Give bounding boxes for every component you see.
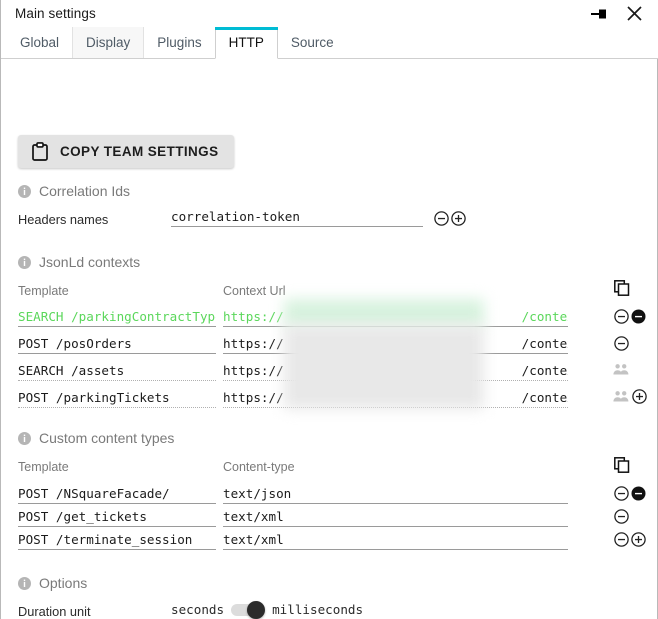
content-type-value-input[interactable]: text/xml: [223, 532, 568, 550]
url-suffix: /contexts/\: [521, 309, 568, 324]
section-header-options: Options: [18, 575, 87, 591]
url-prefix: https://: [223, 363, 284, 378]
jsonld-url-input[interactable]: https:// /contexts/\: [223, 363, 568, 381]
remove-jsonld-row-button-hovered[interactable]: [631, 309, 646, 324]
pin-icon[interactable]: [590, 4, 610, 24]
people-icon: [612, 362, 629, 378]
tab-source[interactable]: Source: [278, 27, 347, 58]
copy-icon[interactable]: [614, 280, 630, 296]
tab-label: Global: [20, 35, 60, 50]
page-title: Main settings: [15, 6, 96, 21]
add-header-name-button[interactable]: [451, 211, 466, 226]
section-header-correlation-ids: Correlation Ids: [18, 183, 130, 199]
remove-jsonld-row-button[interactable]: [614, 309, 629, 324]
info-icon: [18, 431, 31, 445]
content-type-value-input[interactable]: text/json: [223, 486, 568, 504]
title-bar: Main settings: [1, 0, 658, 27]
section-header-jsonld-contexts: JsonLd contexts: [18, 254, 140, 270]
people-icon: [612, 389, 629, 405]
remove-content-type-row-button[interactable]: [614, 509, 629, 524]
section-header-custom-content-types: Custom content types: [18, 430, 174, 446]
tab-global[interactable]: Global: [7, 27, 72, 58]
url-prefix: https://: [223, 390, 284, 405]
remove-content-type-row-button[interactable]: [614, 486, 629, 501]
tab-label: Plugins: [157, 35, 202, 50]
url-suffix: /contexts/\: [521, 363, 568, 378]
close-icon[interactable]: [624, 4, 644, 24]
window-controls: [590, 4, 650, 24]
jsonld-url-input[interactable]: https:// /contexts/\: [223, 336, 568, 354]
duration-unit-option-milliseconds[interactable]: milliseconds: [272, 602, 363, 617]
remove-content-type-row-button-hovered[interactable]: [631, 486, 646, 501]
jsonld-template-input[interactable]: SEARCH /assets: [18, 363, 216, 381]
url-suffix: /contexts/\: [521, 336, 568, 351]
duration-unit-toggle-row: seconds milliseconds: [171, 600, 363, 619]
copy-team-settings-button[interactable]: COPY TEAM SETTINGS: [18, 135, 235, 168]
jsonld-template-input[interactable]: POST /parkingTickets: [18, 390, 216, 408]
jsonld-template-input[interactable]: SEARCH /parkingContractType: [18, 309, 216, 327]
duration-unit-label: Duration unit: [18, 604, 91, 619]
url-prefix: https://: [223, 336, 284, 351]
column-header-template: Template: [18, 284, 69, 298]
section-title: Options: [39, 575, 88, 591]
copy-icon[interactable]: [614, 457, 630, 473]
remove-content-type-row-button[interactable]: [614, 532, 629, 547]
section-title: JsonLd contexts: [39, 254, 141, 270]
content-type-template-input[interactable]: POST /terminate_session: [18, 532, 216, 550]
add-jsonld-row-button[interactable]: [632, 389, 647, 404]
remove-jsonld-row-button[interactable]: [614, 336, 629, 351]
switch-knob[interactable]: [247, 600, 266, 619]
copy-team-settings-label: COPY TEAM SETTINGS: [60, 144, 219, 159]
jsonld-url-input[interactable]: https:// /contexts/\: [223, 309, 568, 327]
tab-bar: Global Display Plugins HTTP Source: [1, 27, 658, 59]
tab-http[interactable]: HTTP: [214, 27, 279, 59]
tab-label: HTTP: [228, 35, 264, 50]
info-icon: [18, 255, 31, 269]
duration-unit-switch[interactable]: [231, 600, 266, 619]
column-header-template: Template: [18, 460, 69, 474]
content-type-value-input[interactable]: text/xml: [223, 509, 568, 527]
tab-plugins[interactable]: Plugins: [144, 27, 214, 58]
column-header-content-type: Content-type: [223, 460, 295, 474]
jsonld-template-input[interactable]: POST /posOrders: [18, 336, 216, 354]
settings-window: Main settings Global Display Plugins HTT…: [0, 0, 658, 619]
section-title: Custom content types: [39, 430, 175, 446]
headers-names-input[interactable]: correlation-token: [171, 209, 423, 227]
add-content-type-row-button[interactable]: [631, 532, 646, 547]
jsonld-url-input[interactable]: https:// /contexts/\: [223, 390, 568, 408]
info-icon: [18, 576, 31, 590]
section-title: Correlation Ids: [39, 183, 131, 199]
clipboard-icon: [32, 142, 48, 161]
headers-names-label: Headers names: [18, 212, 109, 227]
http-settings-panel: COPY TEAM SETTINGS Correlation Ids Heade…: [1, 59, 658, 619]
tab-label: Display: [86, 35, 131, 50]
remove-header-name-button[interactable]: [434, 211, 449, 226]
info-icon: [18, 184, 31, 198]
tab-label: Source: [290, 35, 334, 50]
duration-unit-option-seconds[interactable]: seconds: [171, 602, 224, 617]
tab-display[interactable]: Display: [72, 27, 145, 58]
url-suffix: /contexts/\: [521, 390, 568, 405]
column-header-context-url: Context Url: [223, 284, 286, 298]
content-type-template-input[interactable]: POST /get_tickets: [18, 509, 216, 527]
url-prefix: https://: [223, 309, 284, 324]
content-type-template-input[interactable]: POST /NSquareFacade/: [18, 486, 216, 504]
